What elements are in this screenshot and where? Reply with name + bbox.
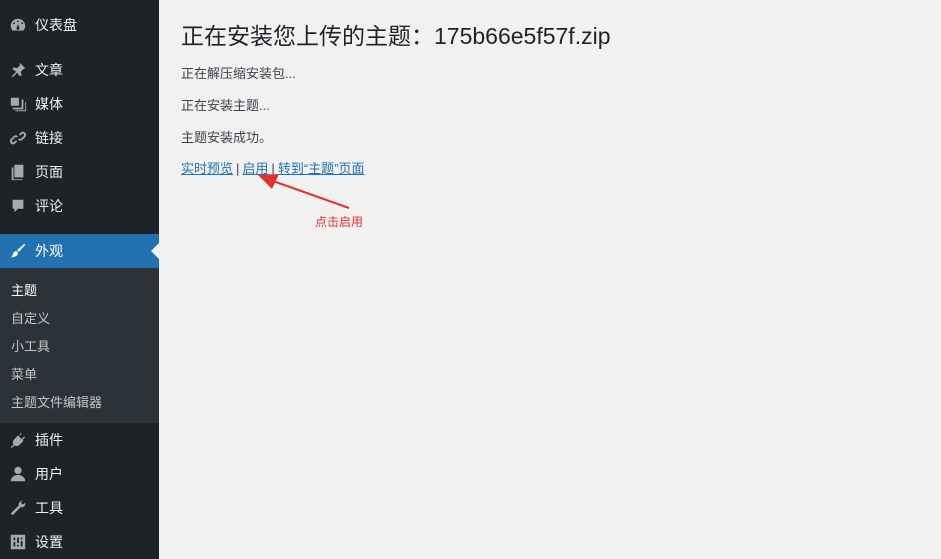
annotation-arrow-icon [258,174,350,209]
sidebar-item-label: 插件 [35,432,63,448]
admin-sidebar: 仪表盘 文章 媒体 链接 页面 评论 外观 主题 自定义 小工具 菜单 主题文件… [0,0,159,559]
wrench-icon [8,498,28,518]
sidebar-item-label: 外观 [35,243,63,259]
media-icon [8,94,28,114]
sidebar-item-label: 工具 [35,500,63,516]
submenu-item-themes[interactable]: 主题 [11,280,37,299]
sidebar-item-plugins[interactable]: 插件 [0,423,159,457]
sidebar-item-pages[interactable]: 页面 [0,155,159,189]
separator: | [236,161,240,176]
link-icon [8,128,28,148]
sidebar-item-links[interactable]: 链接 [0,121,159,155]
sidebar-item-label: 用户 [35,466,63,482]
sidebar-item-tools[interactable]: 工具 [0,491,159,525]
page-icon [8,162,28,182]
live-preview-link[interactable]: 实时预览 [181,161,233,176]
dashboard-icon [8,15,28,35]
sidebar-item-comments[interactable]: 评论 [0,189,159,223]
paintbrush-icon [8,241,28,261]
sidebar-item-label: 链接 [35,130,63,146]
sidebar-item-dashboard[interactable]: 仪表盘 [0,8,159,42]
sidebar-item-posts[interactable]: 文章 [0,53,159,87]
settings-icon [8,532,28,552]
sidebar-item-label: 媒体 [35,96,63,112]
submenu-item-menus[interactable]: 菜单 [11,364,37,383]
plugin-icon [8,430,28,450]
user-icon [8,464,28,484]
sidebar-item-users[interactable]: 用户 [0,457,159,491]
pin-icon [8,60,28,80]
sidebar-item-appearance[interactable]: 外观 [0,234,159,268]
active-indicator [151,243,159,259]
sidebar-item-settings[interactable]: 设置 [0,525,159,559]
sidebar-item-label: 页面 [35,164,63,180]
appearance-submenu: 主题 自定义 小工具 菜单 主题文件编辑器 [0,268,159,423]
sidebar-item-label: 评论 [35,198,63,214]
page-title: 正在安装您上传的主题：175b66e5f57f.zip [181,23,611,49]
submenu-item-theme-editor[interactable]: 主题文件编辑器 [11,392,102,411]
annotation-click-activate: 点击启用 [315,215,364,229]
sidebar-item-label: 文章 [35,62,63,78]
status-message-unpacking: 正在解压缩安装包... [181,66,296,81]
sidebar-item-media[interactable]: 媒体 [0,87,159,121]
status-message-installing: 正在安装主题... [181,98,270,113]
comment-icon [8,196,28,216]
submenu-item-widgets[interactable]: 小工具 [11,336,50,355]
status-message-success: 主题安装成功。 [181,130,273,145]
sidebar-item-label: 设置 [35,534,63,550]
sidebar-item-label: 仪表盘 [35,17,77,33]
submenu-item-customize[interactable]: 自定义 [11,308,50,327]
